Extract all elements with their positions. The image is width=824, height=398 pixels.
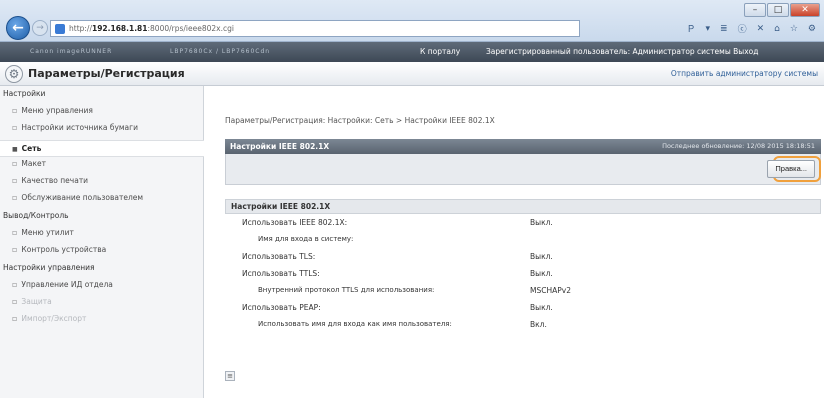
- sidebar-section-management[interactable]: Настройки управления: [0, 263, 204, 280]
- address-bar[interactable]: http://192.168.1.81:8000/rps/ieee802x.cg…: [50, 20, 580, 37]
- setting-row: Использовать IEEE 802.1X: Выкл.: [225, 214, 821, 231]
- window-controls: – □ ✕: [744, 3, 820, 17]
- setting-label: Использовать TTLS:: [242, 269, 320, 278]
- favorites-star-icon[interactable]: ☆: [790, 24, 798, 34]
- forward-arrow-icon[interactable]: →: [32, 20, 48, 36]
- panel-toolbar: Правка...: [225, 154, 821, 185]
- setting-label: Использовать имя для входа как имя польз…: [258, 320, 452, 328]
- sidebar-item-department-id[interactable]: Управление ИД отдела: [0, 280, 204, 297]
- sidebar-section-settings[interactable]: Настройки: [0, 89, 204, 106]
- user-info[interactable]: Зарегистрированный пользователь: Админис…: [486, 47, 758, 56]
- dropdown-icon[interactable]: ▾: [705, 24, 710, 34]
- setting-row: Использовать TLS: Выкл.: [225, 248, 821, 265]
- setting-value: Вкл.: [530, 320, 547, 329]
- sidebar-item-utility-menu[interactable]: Меню утилит: [0, 228, 204, 245]
- setting-value: MSCHAPv2: [530, 286, 571, 295]
- model-name: LBP7680Cx / LBP7660Cdn: [170, 48, 271, 55]
- main-content: Параметры/Регистрация: Настройки: Сеть >…: [205, 86, 824, 398]
- page-title: Параметры/Регистрация: [28, 67, 185, 80]
- address-tools: Ｐ ▾ ≣ ⓒ ✕ ⌂ ☆ ⚙: [580, 20, 820, 37]
- refresh-icon[interactable]: ⓒ: [738, 22, 747, 35]
- settings-gear-icon[interactable]: ⚙: [808, 24, 816, 34]
- browser-chrome: – □ ✕ ← → http://192.168.1.81:8000/rps/i…: [0, 0, 824, 42]
- sidebar-item-label: Обслуживание пользователем: [21, 193, 144, 202]
- sidebar-item-label: Качество печати: [21, 176, 89, 185]
- url-host: 192.168.1.81: [91, 24, 148, 33]
- scroll-marker-icon[interactable]: ≡: [225, 371, 235, 381]
- sidebar: Настройки Меню управления Настройки исто…: [0, 86, 204, 398]
- setting-label: Использовать TLS:: [242, 252, 316, 261]
- sidebar-item-import-export[interactable]: Импорт/Экспорт: [0, 314, 204, 331]
- site-favicon-icon: [55, 23, 65, 34]
- sidebar-item-security[interactable]: Защита: [0, 297, 204, 314]
- maximize-button[interactable]: □: [767, 3, 789, 17]
- setting-value: Выкл.: [530, 269, 553, 278]
- settings-gear-icon: ⚙: [5, 65, 23, 83]
- setting-value: Выкл.: [530, 218, 553, 227]
- mail-admin-link[interactable]: Отправить администратору системы: [671, 69, 818, 78]
- setting-label: Использовать IEEE 802.1X:: [242, 218, 348, 227]
- stop-icon[interactable]: ✕: [757, 24, 765, 34]
- sidebar-item-layout[interactable]: Макет: [0, 159, 204, 176]
- breadcrumb: Параметры/Регистрация: Настройки: Сеть >…: [225, 116, 495, 125]
- sidebar-item-label: Импорт/Экспорт: [21, 314, 87, 323]
- sidebar-item-label: Меню утилит: [21, 228, 74, 237]
- url-prefix: http://: [69, 24, 92, 33]
- setting-label: Имя для входа в систему:: [258, 235, 354, 243]
- search-icon[interactable]: Ｐ: [686, 22, 695, 35]
- sidebar-item-user-maintenance[interactable]: Обслуживание пользователем: [0, 193, 204, 210]
- panel-header: Настройки IEEE 802.1X Последнее обновлен…: [225, 139, 821, 154]
- settings-section-title: Настройки IEEE 802.1X: [225, 199, 821, 214]
- sidebar-item-paper-source[interactable]: Настройки источника бумаги: [0, 123, 204, 140]
- portal-link[interactable]: К порталу: [420, 47, 460, 56]
- setting-row: Внутренний протокол TTLS для использован…: [225, 282, 821, 299]
- setting-value: Выкл.: [530, 252, 553, 261]
- sidebar-item-label: Контроль устройства: [21, 245, 107, 254]
- sidebar-item-label: Сеть: [21, 144, 42, 153]
- sidebar-item-label: Управление ИД отдела: [21, 280, 113, 289]
- sidebar-item-label: Меню управления: [21, 106, 93, 115]
- sidebar-item-network[interactable]: Сеть: [0, 140, 204, 157]
- title-bar: ⚙ Параметры/Регистрация Отправить админи…: [0, 62, 824, 86]
- compat-view-icon[interactable]: ≣: [720, 24, 728, 34]
- panel-title: Настройки IEEE 802.1X: [230, 142, 330, 151]
- brand-name: Canon imageRUNNER: [30, 48, 113, 55]
- setting-row: Использовать TTLS: Выкл.: [225, 265, 821, 282]
- sidebar-item-device-control[interactable]: Контроль устройства: [0, 245, 204, 262]
- sidebar-item-label: Настройки источника бумаги: [21, 123, 138, 132]
- minimize-button[interactable]: –: [744, 3, 766, 17]
- sidebar-section-output[interactable]: Вывод/Контроль: [0, 211, 204, 228]
- sidebar-item-label: Защита: [21, 297, 52, 306]
- close-window-button[interactable]: ✕: [790, 3, 820, 17]
- sidebar-item-control-menu[interactable]: Меню управления: [0, 106, 204, 123]
- setting-row: Имя для входа в систему:: [225, 231, 821, 248]
- setting-value: Выкл.: [530, 303, 553, 312]
- back-arrow-icon[interactable]: ←: [6, 16, 30, 40]
- edit-button[interactable]: Правка...: [767, 160, 815, 178]
- setting-label: Использовать PEAP:: [242, 303, 321, 312]
- setting-row: Использовать имя для входа как имя польз…: [225, 316, 821, 333]
- setting-row: Использовать PEAP: Выкл.: [225, 299, 821, 316]
- last-updated: Последнее обновление: 12/08 2015 18:18:5…: [662, 142, 815, 150]
- top-bar: Canon imageRUNNER LBP7680Cx / LBP7660Cdn…: [0, 42, 824, 62]
- setting-label: Внутренний протокол TTLS для использован…: [258, 286, 435, 294]
- sidebar-item-print-quality[interactable]: Качество печати: [0, 176, 204, 193]
- sidebar-item-label: Макет: [21, 159, 47, 168]
- url-path: :8000/rps/ieee802x.cgi: [147, 24, 234, 33]
- home-icon[interactable]: ⌂: [774, 24, 780, 34]
